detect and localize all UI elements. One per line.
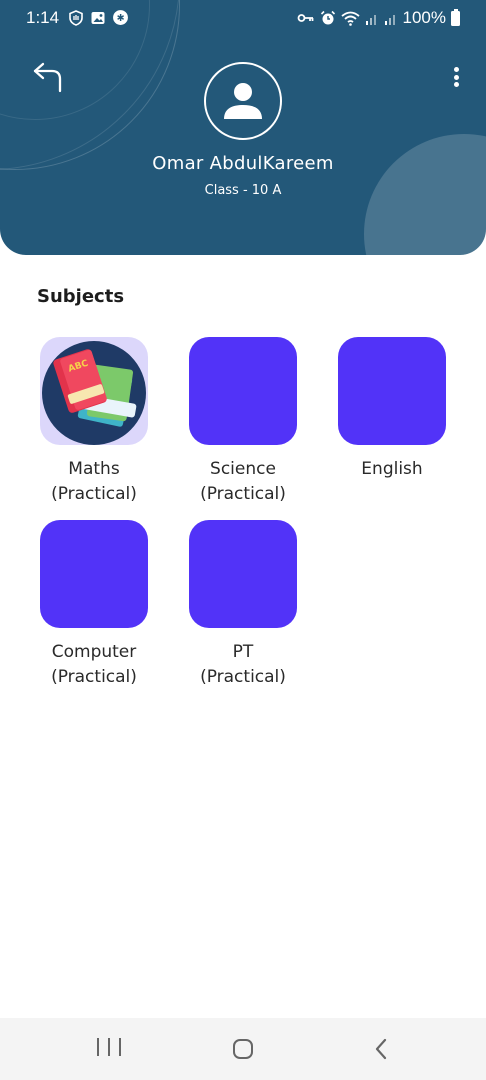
status-time: 1:14: [26, 8, 60, 27]
student-class: Class - 10 A: [204, 183, 282, 198]
subject-tile-pt[interactable]: PT (Practical): [183, 520, 303, 690]
subject-tile-computer[interactable]: Computer (Practical): [34, 520, 154, 690]
person-icon: [224, 83, 262, 119]
bar: [108, 1038, 110, 1056]
dot: [453, 82, 459, 87]
signal-icon: [365, 14, 376, 25]
svg-text:✱: ✱: [117, 13, 125, 24]
subject-placeholder-icon: [189, 520, 297, 628]
avatar[interactable]: [204, 62, 282, 140]
bar: [119, 1038, 121, 1056]
dot: [453, 67, 459, 72]
subject-placeholder-icon: [189, 337, 297, 445]
settings-badge-icon: ✱: [113, 10, 128, 25]
back-button[interactable]: [30, 58, 66, 94]
vpn-key-icon: [297, 14, 313, 22]
section-title: Subjects: [37, 286, 125, 307]
subject-tile-maths[interactable]: ABC Maths (Practical): [34, 337, 154, 507]
subject-label: English: [361, 459, 423, 479]
subject-placeholder-icon: [338, 337, 446, 445]
nav-back-button[interactable]: [372, 1037, 390, 1061]
home-button[interactable]: [233, 1039, 253, 1059]
wifi-icon: [340, 11, 360, 26]
chevron-left-icon: [375, 1038, 387, 1060]
subject-label: Computer (Practical): [51, 642, 137, 687]
recent-apps-button[interactable]: [97, 1038, 121, 1060]
status-bar: 1:14 ✱ 100%: [0, 0, 486, 36]
student-name: Omar AbdulKareem: [152, 153, 334, 174]
subject-label: PT (Practical): [200, 642, 286, 687]
gallery-icon: [91, 11, 105, 24]
notification-icons: ✱: [68, 9, 129, 26]
subject-tile-english[interactable]: English: [332, 337, 452, 482]
alarm-icon: [320, 10, 335, 25]
subject-placeholder-icon: [40, 520, 148, 628]
battery-percent: 100%: [402, 8, 446, 27]
shield-hand-icon: [69, 9, 83, 26]
bar: [97, 1038, 99, 1056]
system-navigation-bar: [0, 1018, 486, 1080]
profile-header: 1:14 ✱ 100% Omar AbdulKareem Class - 10 …: [0, 0, 486, 255]
undo-arrow-icon: [33, 62, 62, 93]
signal-icon: [384, 14, 395, 25]
books-icon: ABC: [40, 337, 148, 445]
battery-icon: [451, 8, 460, 26]
more-options-button[interactable]: [444, 62, 468, 92]
subject-label: Maths (Practical): [51, 459, 137, 504]
subject-label: Science (Practical): [200, 459, 286, 504]
dot: [453, 74, 459, 80]
subject-tile-science[interactable]: Science (Practical): [183, 337, 303, 507]
system-icons: 100%: [297, 8, 460, 28]
